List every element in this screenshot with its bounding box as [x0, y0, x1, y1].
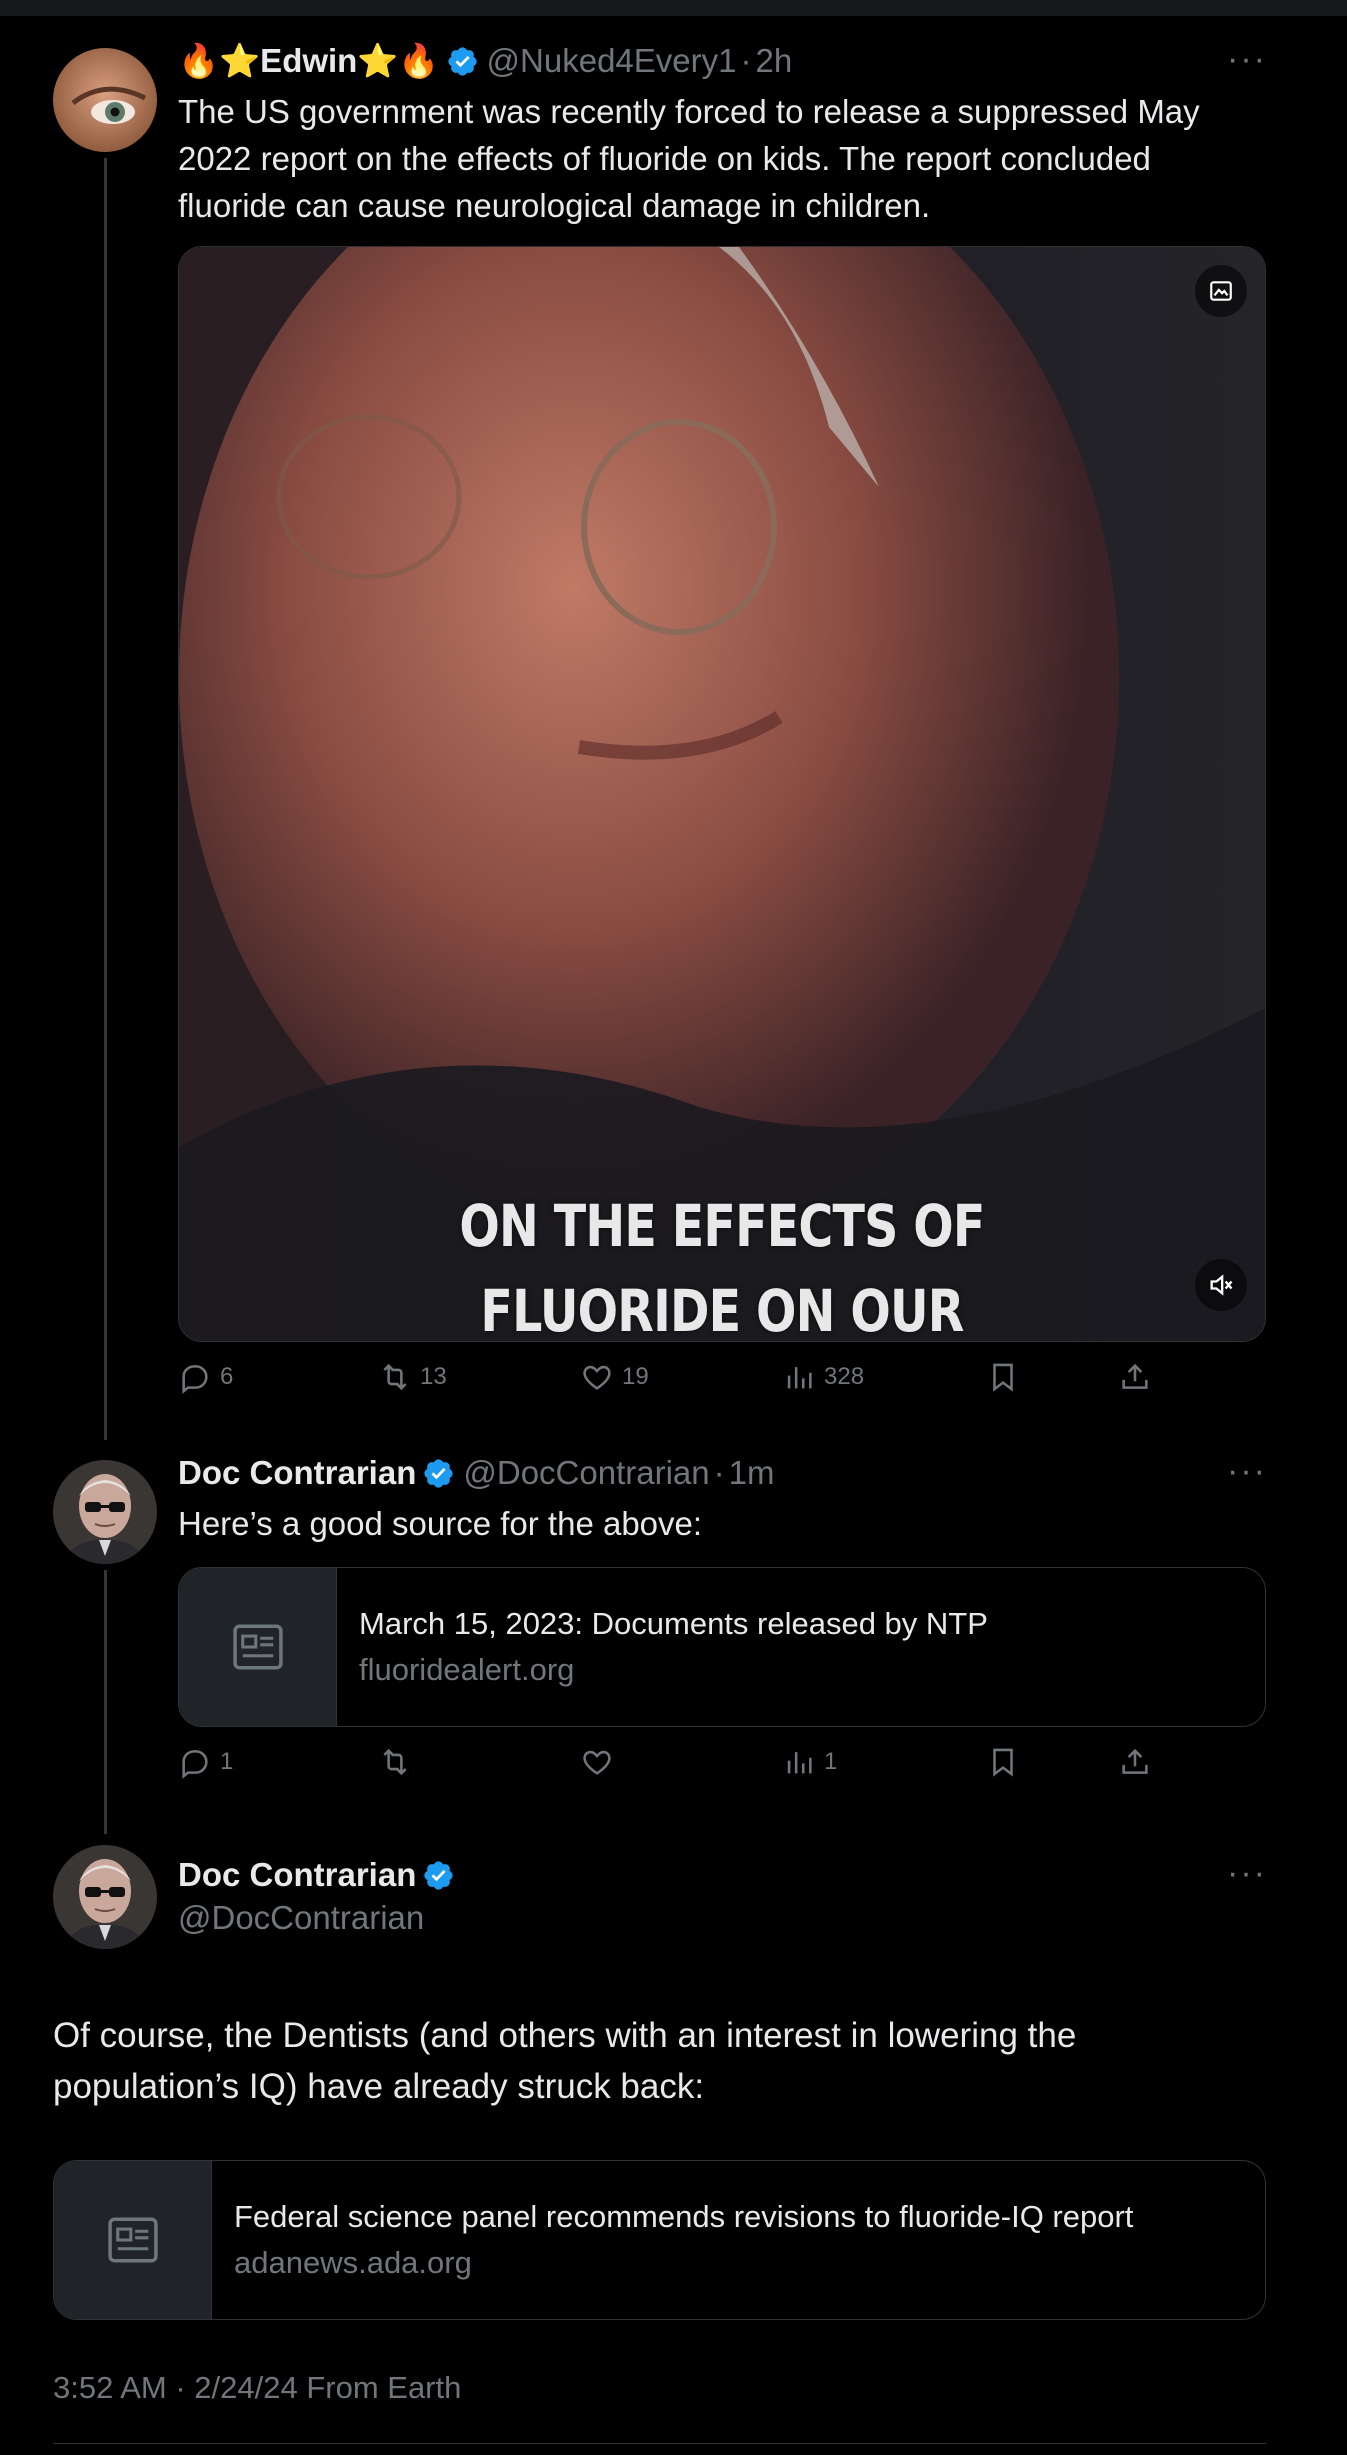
tweet1-actions: 6 13 19 328: [178, 1360, 1278, 1400]
verified-icon: [422, 1457, 455, 1490]
text-line: population’s IQ) have already struck bac…: [53, 2067, 705, 2106]
article-thumbnail: [179, 1568, 337, 1726]
reply-icon: [182, 1750, 208, 1779]
article-thumbnail: [54, 2161, 212, 2319]
status-bar: [0, 0, 1347, 16]
text-line: Of course, the Dentists (and others with…: [53, 2016, 1077, 2055]
bookmark-button[interactable]: [986, 1360, 1028, 1394]
views-count: 328: [824, 1363, 865, 1390]
views-count: 1: [824, 1748, 838, 1775]
views-icon: [787, 1752, 812, 1774]
share-icon: [1122, 1363, 1148, 1389]
tweet2-text: Here’s a good source for the above:: [178, 1505, 703, 1542]
like-button[interactable]: [580, 1745, 622, 1779]
card-title: Federal science panel recommends revisio…: [234, 2199, 1134, 2234]
card-domain: adanews.ada.org: [234, 2245, 472, 2280]
text-line: fluoride can cause neurological damage i…: [178, 187, 931, 224]
link-card[interactable]: March 15, 2023: Documents released by NT…: [178, 1567, 1266, 1727]
separator: ·: [713, 1454, 725, 1491]
repost-button[interactable]: [378, 1745, 420, 1779]
repost-icon: [383, 1748, 407, 1776]
tweet-timestamp[interactable]: 3:52 AM · 2/24/24 From Earth: [53, 2370, 461, 2406]
tweet1-header: 🔥⭐Edwin⭐🔥 @Nuked4Every1 · 2h: [178, 38, 792, 84]
tweet2-actions: 1 1: [178, 1745, 1278, 1785]
display-name[interactable]: Doc Contrarian: [178, 1856, 416, 1894]
reply-count: 1: [220, 1748, 234, 1775]
timestamp[interactable]: 2h: [755, 42, 792, 80]
timestamp[interactable]: 1m: [729, 1454, 775, 1492]
views-icon: [787, 1367, 812, 1389]
bookmark-icon: [993, 1363, 1013, 1392]
like-icon: [583, 1365, 611, 1390]
main-tweet-handle: @DocContrarian: [178, 1895, 424, 1941]
bookmark-button[interactable]: [986, 1745, 1028, 1779]
more-icon[interactable]: ···: [1227, 1854, 1267, 1893]
avatar-doc-contrarian[interactable]: [53, 1845, 157, 1949]
bookmark-icon: [993, 1748, 1013, 1777]
repost-count: 13: [420, 1363, 447, 1390]
verified-icon: [422, 1859, 455, 1892]
more-icon[interactable]: ···: [1227, 1452, 1267, 1491]
like-button[interactable]: 19: [580, 1360, 649, 1394]
reply-count: 6: [220, 1363, 234, 1390]
handle[interactable]: @DocContrarian: [178, 1899, 424, 1937]
video-frame: [179, 247, 1265, 1341]
reply-button[interactable]: 1: [178, 1745, 233, 1779]
reply-button[interactable]: 6: [178, 1360, 233, 1394]
handle[interactable]: @Nuked4Every1: [487, 42, 737, 80]
card-title: March 15, 2023: Documents released by NT…: [359, 1606, 988, 1641]
text-line: 2022 report on the effects of fluoride o…: [178, 140, 1151, 177]
video-caption-line: ON THE EFFECTS OF: [459, 1192, 985, 1260]
link-card[interactable]: Federal science panel recommends revisio…: [53, 2160, 1266, 2320]
video-player[interactable]: ON THE EFFECTS OF FLUORIDE ON OUR: [178, 246, 1266, 1342]
avatar-doc-contrarian[interactable]: [53, 1460, 157, 1564]
article-icon: [107, 2217, 158, 2263]
like-icon: [583, 1750, 611, 1775]
display-name[interactable]: Doc Contrarian: [178, 1454, 416, 1492]
separator: ·: [740, 42, 752, 79]
reply-icon: [182, 1365, 208, 1394]
thread-line: [104, 158, 107, 1440]
card-domain: fluoridealert.org: [359, 1652, 575, 1687]
avatar-edwin[interactable]: [53, 48, 157, 152]
image-icon[interactable]: [1195, 265, 1247, 317]
video-caption-line: FLUORIDE ON OUR: [480, 1277, 964, 1342]
mute-icon[interactable]: [1195, 1259, 1247, 1311]
share-button[interactable]: [1118, 1745, 1160, 1779]
thread-line: [104, 1570, 107, 1834]
handle[interactable]: @DocContrarian: [463, 1454, 709, 1492]
share-button[interactable]: [1118, 1360, 1160, 1394]
views-button[interactable]: 328: [782, 1360, 864, 1394]
main-tweet-text: Of course, the Dentists (and others with…: [53, 2010, 1076, 2112]
more-icon[interactable]: ···: [1227, 40, 1267, 79]
tweet1-text: The US government was recently forced to…: [178, 88, 1200, 229]
share-icon: [1122, 1748, 1148, 1774]
views-button[interactable]: 1: [782, 1745, 837, 1779]
display-name[interactable]: 🔥⭐Edwin⭐🔥: [178, 42, 440, 81]
repost-button[interactable]: 13: [378, 1360, 447, 1394]
like-count: 19: [622, 1363, 649, 1390]
text-line: The US government was recently forced to…: [178, 93, 1200, 130]
verified-icon: [446, 45, 479, 78]
repost-icon: [383, 1363, 407, 1391]
main-tweet-name: Doc Contrarian: [178, 1852, 463, 1898]
tweet2-header: Doc Contrarian @DocContrarian · 1m: [178, 1450, 774, 1496]
divider: [53, 2443, 1266, 2444]
article-icon: [232, 1624, 283, 1670]
